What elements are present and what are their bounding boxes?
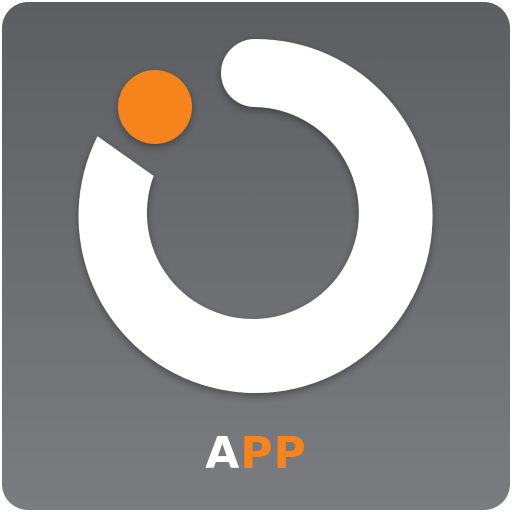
app-label-first: A xyxy=(205,428,241,479)
app-icon[interactable]: APP xyxy=(0,0,512,512)
app-label: APP xyxy=(0,424,512,484)
orange-dot-icon xyxy=(118,70,192,144)
app-label-rest: PP xyxy=(240,428,307,479)
